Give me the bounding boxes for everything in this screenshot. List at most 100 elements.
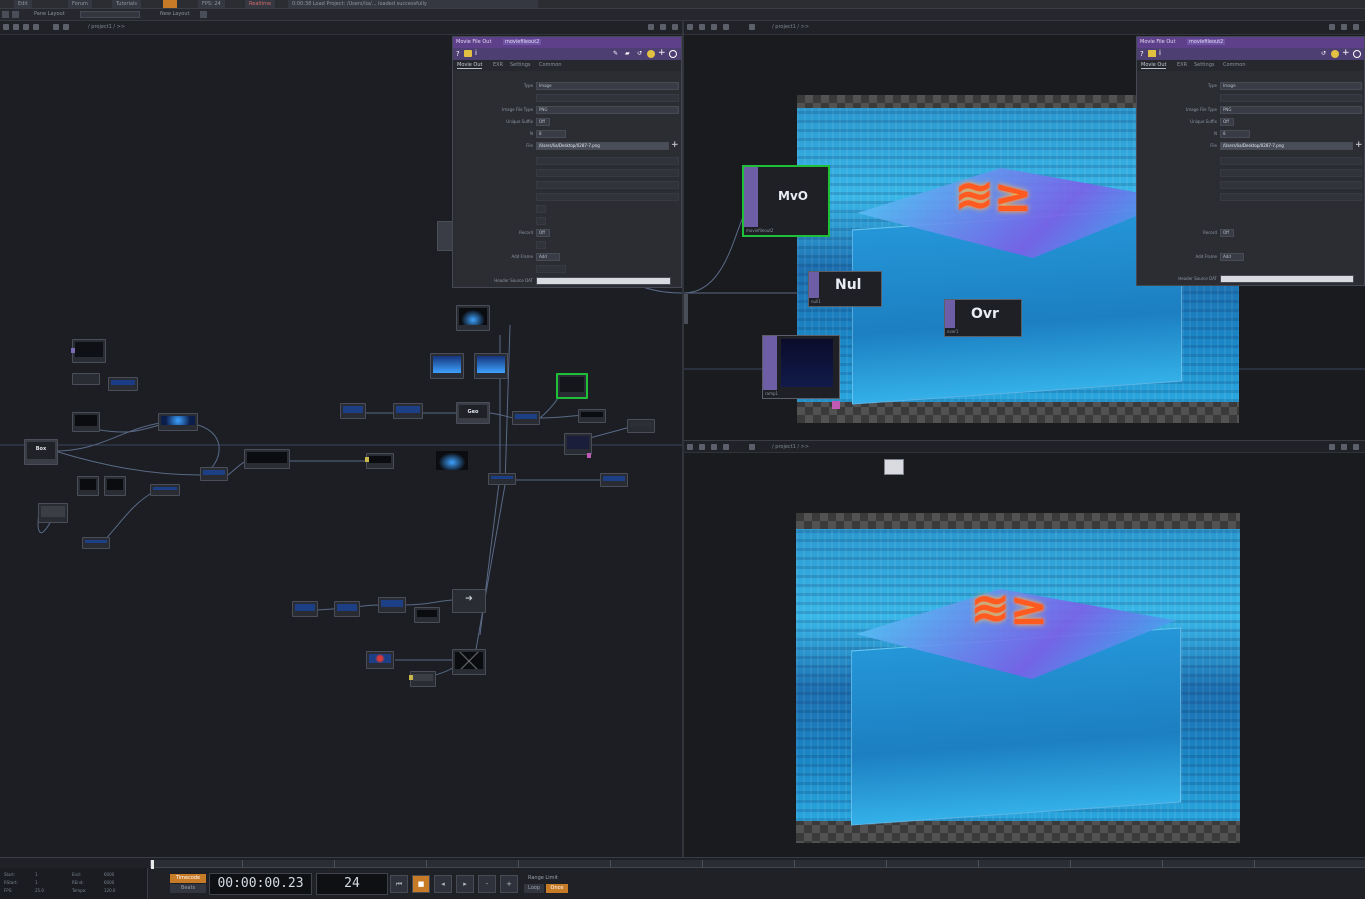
pane-menu-icon[interactable] — [687, 24, 693, 30]
tab-movie-out[interactable]: Movie Out — [457, 62, 483, 69]
network-node[interactable] — [158, 413, 198, 431]
help-icon[interactable]: ? — [1140, 50, 1144, 58]
network-node[interactable] — [456, 305, 490, 331]
unique-suffix-toggle[interactable]: Off — [536, 118, 550, 126]
network-node[interactable] — [104, 476, 126, 496]
home-icon[interactable] — [699, 444, 705, 450]
param-field[interactable] — [536, 217, 546, 225]
mini-node[interactable] — [884, 459, 904, 475]
pane-menu-icon[interactable] — [3, 24, 9, 30]
network-node[interactable] — [292, 601, 318, 617]
rewind-button[interactable]: ⏮ — [390, 875, 408, 893]
network-node[interactable] — [244, 449, 290, 469]
realtime-toggle[interactable]: Realtime — [245, 0, 276, 8]
network-node[interactable] — [108, 377, 138, 391]
timeline-ruler[interactable] — [150, 860, 1365, 868]
param-field[interactable] — [536, 241, 546, 249]
mvo-operator-node[interactable]: MvO moviefileout2 — [742, 165, 830, 237]
add-icon[interactable]: + — [1342, 48, 1350, 58]
home-icon[interactable] — [2, 11, 9, 18]
network-node[interactable] — [72, 412, 100, 432]
network-node[interactable] — [71, 339, 106, 363]
python-icon[interactable] — [647, 50, 655, 58]
info-icon[interactable]: i — [475, 49, 477, 57]
n-field[interactable]: 8 — [536, 130, 566, 138]
image-file-type-menu[interactable]: PNG — [536, 106, 679, 114]
tab-movie-out[interactable]: Movie Out — [1141, 62, 1167, 69]
network-node[interactable] — [414, 607, 440, 623]
header-source-dat-field[interactable] — [536, 277, 671, 285]
beats-mode-button[interactable]: Beats — [170, 884, 206, 893]
nul-operator-node[interactable]: Nul null1 — [808, 271, 882, 307]
network-node[interactable] — [437, 221, 453, 251]
network-node[interactable] — [150, 484, 180, 496]
network-node[interactable] — [578, 409, 606, 423]
once-button[interactable]: Once — [546, 884, 568, 893]
network-node[interactable] — [38, 503, 68, 523]
network-node[interactable] — [488, 473, 516, 485]
param-field[interactable] — [1220, 181, 1362, 189]
record-toggle[interactable]: Off — [1220, 229, 1234, 237]
step-back-button[interactable]: ◂ — [434, 875, 452, 893]
network-node[interactable] — [434, 449, 470, 475]
forward-icon[interactable] — [33, 24, 39, 30]
record-toggle[interactable]: Off — [536, 229, 550, 237]
record-indicator[interactable] — [163, 0, 177, 8]
param-field[interactable] — [536, 265, 566, 273]
node-output-connector[interactable] — [832, 401, 840, 409]
loop-button[interactable]: Loop — [524, 884, 544, 893]
home-icon[interactable] — [13, 24, 19, 30]
network-node[interactable] — [200, 467, 228, 481]
tab-settings[interactable]: Settings — [510, 62, 531, 68]
param-field[interactable] — [536, 169, 679, 177]
viewer-top-path[interactable]: / project1 / >> — [772, 24, 809, 30]
network-node[interactable] — [82, 537, 110, 549]
network-node[interactable] — [77, 476, 99, 496]
tab-exr[interactable]: EXR — [1177, 62, 1187, 68]
network-node[interactable] — [627, 419, 655, 433]
tab-common[interactable]: Common — [539, 62, 562, 68]
back-icon[interactable] — [711, 444, 717, 450]
stop-button[interactable]: ■ — [412, 875, 430, 893]
gear-icon[interactable] — [1353, 50, 1361, 58]
forward-icon[interactable] — [723, 444, 729, 450]
reset-icon[interactable]: ↺ — [1321, 50, 1326, 57]
menu-item-edit[interactable]: Edit — [14, 0, 32, 8]
info-icon[interactable]: i — [1159, 49, 1161, 57]
network-node[interactable] — [378, 597, 406, 613]
python-icon[interactable] — [1148, 50, 1156, 57]
param-op-name[interactable]: moviefileout2 — [1187, 39, 1226, 45]
network-node[interactable] — [430, 353, 464, 379]
step-increment-button[interactable]: + — [500, 875, 518, 893]
close-icon[interactable] — [1353, 444, 1359, 450]
param-field[interactable] — [536, 157, 679, 165]
maximize-icon[interactable] — [1341, 24, 1347, 30]
add-frame-button[interactable]: Add — [1220, 253, 1244, 261]
split-icon[interactable] — [1329, 24, 1335, 30]
file-field[interactable]: /Users/lia/Desktop/0287-7.png — [1220, 142, 1353, 150]
network-editor[interactable]: Box Geo ➔ Movie File Out moviefileout2 ?… — [0, 35, 682, 857]
network-node[interactable] — [334, 601, 360, 617]
nul-node-name[interactable]: null1 — [811, 298, 821, 306]
layout-presets[interactable] — [80, 11, 140, 18]
n-field[interactable]: 8 — [1220, 130, 1250, 138]
play-button[interactable]: ▸ — [456, 875, 474, 893]
edit-icon[interactable]: ✎ — [613, 50, 618, 57]
home-icon[interactable] — [699, 24, 705, 30]
star-icon[interactable] — [749, 444, 755, 450]
unique-suffix-toggle[interactable]: Off — [1220, 118, 1234, 126]
add-frame-button[interactable]: Add — [536, 253, 560, 261]
add-file-icon[interactable]: + — [671, 140, 679, 150]
type-menu[interactable]: Image — [1220, 82, 1362, 90]
param-field[interactable] — [536, 94, 679, 102]
menu-item-tutorials[interactable]: Tutorials — [112, 0, 141, 8]
pane-menu-icon[interactable] — [687, 444, 693, 450]
add-icon[interactable]: + — [658, 48, 666, 58]
maximize-icon[interactable] — [660, 24, 666, 30]
network-node[interactable] — [474, 353, 508, 379]
up-icon[interactable] — [53, 24, 59, 30]
maximize-icon[interactable] — [1341, 444, 1347, 450]
network-node[interactable] — [600, 473, 628, 487]
param-field[interactable] — [1220, 193, 1362, 201]
forward-icon[interactable] — [723, 24, 729, 30]
